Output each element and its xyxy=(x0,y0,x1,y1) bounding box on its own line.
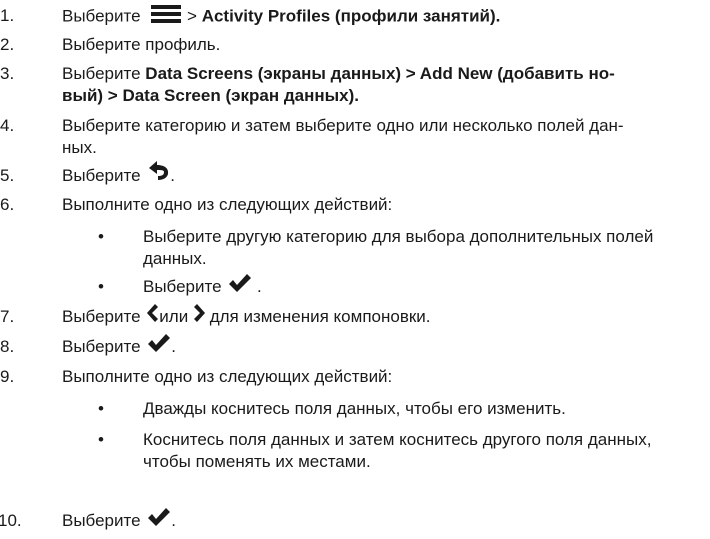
menu-icon xyxy=(151,5,182,29)
step-text: данных. xyxy=(143,249,207,268)
chevron-right-icon xyxy=(193,303,205,328)
step-number: 4. xyxy=(0,116,15,135)
step-text: Выберите xyxy=(143,277,222,296)
step-text: чтобы поменять их местами. xyxy=(143,452,371,471)
step-bold-text: Data Screens (экраны данных) > Add New (… xyxy=(145,64,615,83)
step-text: . xyxy=(257,277,262,296)
step-text: Выберите категорию и затем выберите одно… xyxy=(62,116,624,135)
step-text: Выполните одно из следующих действий: xyxy=(62,367,393,386)
step-number: 6. xyxy=(0,195,15,214)
chevron-left-icon xyxy=(147,303,159,328)
step-text: . xyxy=(171,511,177,530)
step-text: . xyxy=(171,337,177,356)
step-number: 5. xyxy=(0,166,15,185)
step-number: 7. xyxy=(0,307,15,326)
step-text: Выполните одно из следующих действий: xyxy=(62,195,393,214)
step-text: Дважды коснитесь поля данных, чтобы его … xyxy=(143,399,566,418)
step-number: 10. xyxy=(0,511,22,530)
step-number: 9. xyxy=(0,367,15,386)
step-text: Выберите xyxy=(62,166,141,185)
step-number: 1. xyxy=(0,6,15,25)
step-bold-text: Activity Profiles (профили занятий). xyxy=(201,6,501,26)
checkmark-icon xyxy=(147,333,171,359)
step-text: Коснитесь поля данных и затем коснитесь … xyxy=(143,430,652,449)
step-text: . xyxy=(170,166,176,185)
step-number: 2. xyxy=(0,35,15,54)
step-text: Выберите xyxy=(62,511,141,530)
checkmark-icon xyxy=(147,507,171,533)
back-arrow-icon xyxy=(148,160,170,187)
step-bold-text: вый) > Data Screen (экран данных). xyxy=(62,86,359,105)
step-text: Выберите профиль. xyxy=(62,35,221,54)
step-text: ных. xyxy=(62,138,97,157)
checkmark-icon xyxy=(228,273,252,299)
step-number: 3. xyxy=(0,64,15,83)
step-text: Выберите xyxy=(62,6,141,26)
separator: > xyxy=(187,6,197,26)
bullet: • xyxy=(98,227,104,246)
bullet: • xyxy=(98,430,104,449)
step-text: или xyxy=(159,307,189,326)
step-text: Выберите xyxy=(62,307,141,326)
step-text: Выберите другую категорию для выбора доп… xyxy=(143,227,654,246)
bullet: • xyxy=(98,277,104,296)
instruction-list: 1. Выберите > Activity Profiles (профили… xyxy=(0,0,710,539)
step-text: для изменения компоновки. xyxy=(209,307,431,326)
step-number: 8. xyxy=(0,337,15,356)
bullet: • xyxy=(98,399,104,418)
step-text: Выберите xyxy=(62,337,141,356)
step-text: Выберите xyxy=(62,64,141,83)
